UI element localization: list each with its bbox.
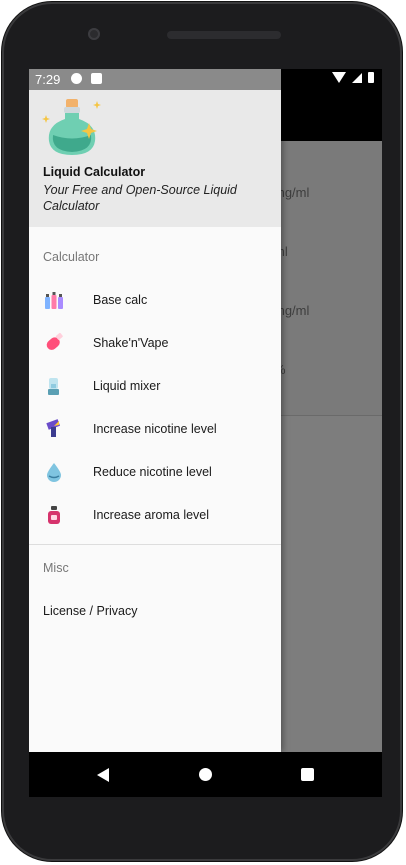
unit-row: % bbox=[264, 362, 364, 377]
potion-logo-icon bbox=[42, 99, 101, 155]
wifi-icon bbox=[332, 72, 346, 83]
section-title-calculator: Calculator bbox=[43, 250, 100, 264]
drawer-divider bbox=[29, 544, 281, 545]
menu-item-shake-n-vape[interactable]: Shake'n'Vape bbox=[29, 321, 281, 364]
drawer-header: Liquid Calculator Your Free and Open-Sou… bbox=[29, 90, 281, 227]
menu-item-label: Reduce nicotine level bbox=[93, 465, 212, 479]
section-title-misc: Misc bbox=[43, 561, 69, 575]
battery-icon bbox=[368, 72, 374, 83]
increase-nicotine-icon bbox=[46, 419, 61, 437]
home-icon[interactable] bbox=[199, 768, 212, 781]
unit-row: mg/ml bbox=[264, 185, 364, 200]
menu-item-label: Shake'n'Vape bbox=[93, 336, 169, 350]
menu-item-license-privacy[interactable]: License / Privacy bbox=[43, 604, 137, 618]
navigation-drawer: 7:29 Liquid Calculator Your Free and Ope… bbox=[29, 69, 281, 752]
menu-item-reduce-nicotine[interactable]: Reduce nicotine level bbox=[29, 450, 281, 493]
shaker-icon bbox=[46, 332, 63, 350]
signal-icon bbox=[352, 72, 362, 83]
back-icon[interactable] bbox=[97, 768, 109, 782]
menu-item-label: Increase nicotine level bbox=[93, 422, 217, 436]
status-time: 7:29 bbox=[35, 72, 61, 87]
menu-item-label: Liquid mixer bbox=[93, 379, 161, 393]
mixer-icon bbox=[48, 378, 59, 395]
menu-item-increase-aroma[interactable]: Increase aroma level bbox=[29, 493, 281, 536]
menu-item-label: Base calc bbox=[93, 293, 148, 307]
drop-icon bbox=[47, 463, 61, 482]
system-navigation-bar bbox=[29, 752, 382, 797]
sd-card-icon bbox=[91, 73, 102, 84]
app-title: Liquid Calculator bbox=[43, 165, 146, 179]
app-subtitle: Your Free and Open-Source Liquid Calcula… bbox=[43, 183, 237, 213]
unit-row: ml bbox=[264, 244, 364, 259]
menu-item-increase-nicotine[interactable]: Increase nicotine level bbox=[29, 407, 281, 450]
menu-item-base-calc[interactable]: Base calc bbox=[29, 278, 281, 321]
earpiece-speaker bbox=[167, 31, 281, 39]
drawer-status-scrim: 7:29 bbox=[29, 69, 281, 90]
menu-item-label: Increase aroma level bbox=[93, 508, 210, 522]
app-notification-icon bbox=[71, 73, 82, 84]
screen: mg/ml ml mg/ml % ⟳ 7:29 7:29 bbox=[29, 69, 382, 752]
unit-row: mg/ml bbox=[264, 303, 364, 318]
front-camera bbox=[88, 28, 100, 40]
recents-icon[interactable] bbox=[301, 768, 314, 781]
menu-item-liquid-mixer[interactable]: Liquid mixer bbox=[29, 364, 281, 407]
perfume-icon bbox=[48, 506, 60, 524]
bottles-icon bbox=[45, 292, 63, 309]
